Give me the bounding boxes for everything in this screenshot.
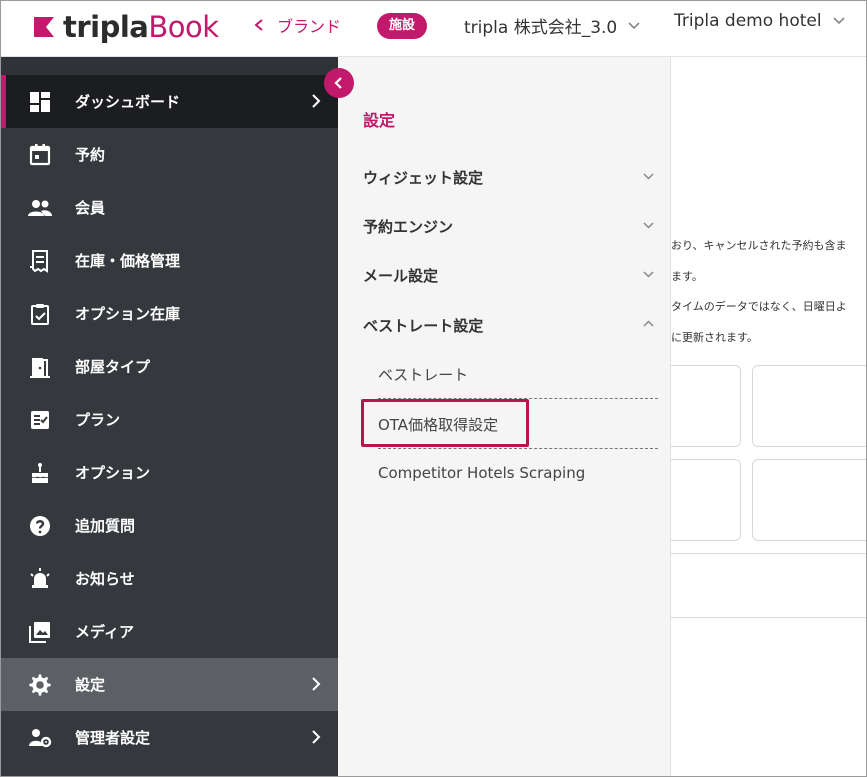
sub-item-competitor-hotels-scraping[interactable]: Competitor Hotels Scraping: [378, 464, 585, 482]
sidebar-item-label: 管理者設定: [75, 729, 151, 747]
chevron-right-icon: [312, 94, 321, 108]
sidebar-item-settings[interactable]: 設定: [1, 658, 338, 711]
content-text-3: タイムのデータではなく、日曜日よ: [671, 300, 847, 313]
logo-text-book: Book: [148, 10, 219, 44]
sidebar-item-plans[interactable]: プラン: [1, 393, 338, 446]
stat-card[interactable]: [752, 459, 866, 541]
section-best-rate-settings[interactable]: ベストレート設定: [363, 315, 483, 336]
sidebar-item-options[interactable]: オプション: [1, 446, 338, 499]
sidebar-item-members[interactable]: 会員: [1, 181, 338, 234]
chevron-down-icon[interactable]: [642, 172, 655, 181]
sub-item-best-rate[interactable]: ベストレート: [378, 364, 468, 385]
section-booking-engine[interactable]: 予約エンジン: [363, 216, 453, 237]
logo[interactable]: tripla Book: [33, 7, 219, 47]
chevron-down-icon: [833, 17, 845, 25]
door-icon: [27, 354, 53, 380]
sidebar-item-label: オプション: [75, 464, 151, 482]
sidebar-item-label: 追加質問: [75, 517, 136, 535]
flyout-title: 設定: [363, 111, 396, 130]
sidebar-item-notices[interactable]: お知らせ: [1, 552, 338, 605]
sidebar-item-additional-questions[interactable]: 追加質問: [1, 499, 338, 552]
question-icon: [27, 513, 53, 539]
content-text-2: ます。: [671, 270, 703, 283]
sidebar-item-label: オプション在庫: [75, 305, 181, 323]
app-window: tripla Book ブランド 施設 tripla 株式会社_3.0 Tripl…: [0, 0, 867, 777]
sidebar-item-label: 設定: [75, 676, 106, 694]
company-name: tripla 株式会社_3.0: [464, 18, 618, 38]
content-text-4: に更新されます。: [671, 331, 758, 344]
divider: [671, 553, 866, 554]
chevron-right-icon: [312, 730, 321, 744]
highlight-annotation: [361, 399, 529, 447]
inventory-icon: [27, 248, 53, 274]
sidebar-item-media[interactable]: メディア: [1, 605, 338, 658]
section-widget-settings[interactable]: ウィジェット設定: [363, 167, 483, 188]
chevron-down-icon: [628, 21, 640, 29]
clipboard-check-icon: [27, 301, 53, 327]
logo-text-tripla: tripla: [63, 10, 149, 44]
content-text-1: おり、キャンセルされた予約も含ま: [671, 239, 847, 252]
chevron-right-icon: [312, 677, 321, 691]
cake-icon: [27, 460, 53, 486]
sidebar-item-label: プラン: [75, 411, 121, 429]
sidebar-item-reservations[interactable]: 予約: [1, 128, 338, 181]
dashboard-icon: [27, 89, 53, 115]
members-icon: [27, 195, 53, 221]
hotel-name: Tripla demo hotel: [674, 11, 822, 31]
facility-badge: 施設: [377, 13, 428, 39]
plan-icon: [27, 407, 53, 433]
sidebar-item-option-inventory[interactable]: オプション在庫: [1, 287, 338, 340]
company-selector[interactable]: tripla 株式会社_3.0: [464, 13, 641, 38]
sidebar: ダッシュボード 予約 会員 在庫・価格管理 オプション在庫 部屋タイプ プラン …: [1, 57, 338, 776]
sidebar-item-label: メディア: [75, 623, 134, 641]
chevron-down-icon[interactable]: [642, 270, 655, 279]
gear-icon: [27, 672, 53, 698]
top-bar: tripla Book ブランド 施設 tripla 株式会社_3.0 Tripl…: [1, 1, 866, 57]
chevron-up-icon[interactable]: [642, 319, 655, 328]
sidebar-item-room-types[interactable]: 部屋タイプ: [1, 340, 338, 393]
collapse-sidebar-button[interactable]: [324, 68, 354, 98]
sidebar-item-dashboard[interactable]: ダッシュボード: [1, 75, 338, 128]
sidebar-top-gap: [1, 57, 338, 75]
sidebar-item-label: 部屋タイプ: [75, 358, 151, 376]
sidebar-item-label: 予約: [75, 146, 106, 164]
section-mail-settings[interactable]: メール設定: [363, 265, 438, 286]
dashed-divider: [378, 448, 658, 449]
back-brand-label: ブランド: [277, 17, 342, 36]
alarm-icon: [27, 566, 53, 592]
stat-card[interactable]: [752, 365, 866, 447]
sidebar-item-label: お知らせ: [75, 570, 135, 588]
sidebar-item-label: ダッシュボード: [75, 93, 181, 111]
chevron-down-icon[interactable]: [642, 221, 655, 230]
media-icon: [27, 619, 53, 645]
sidebar-item-label: 会員: [75, 199, 106, 217]
calendar-icon: [27, 142, 53, 168]
chevron-left-icon: [254, 19, 263, 31]
back-to-brand-link[interactable]: ブランド: [253, 13, 341, 37]
sidebar-item-admin-settings[interactable]: 管理者設定: [1, 711, 338, 764]
divider: [671, 617, 866, 618]
chevron-left-icon: [334, 77, 342, 89]
hotel-selector[interactable]: Tripla demo hotel: [674, 11, 846, 31]
admin-icon: [27, 725, 53, 751]
sidebar-item-inventory[interactable]: 在庫・価格管理: [1, 234, 338, 287]
sidebar-item-label: 在庫・価格管理: [75, 252, 181, 270]
logo-flag-icon: [34, 17, 54, 37]
